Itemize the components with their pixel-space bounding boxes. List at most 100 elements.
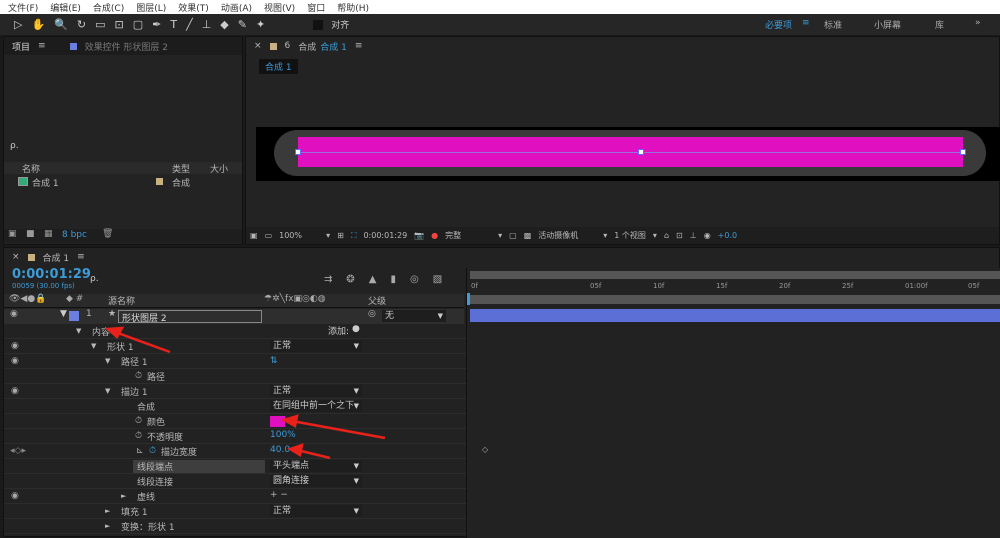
grid-icon[interactable]: ⊞ — [337, 231, 344, 240]
property-value[interactable]: 100% — [270, 430, 296, 440]
path-vertex[interactable] — [960, 149, 966, 155]
keyframe-icon[interactable]: ◇ — [482, 445, 488, 454]
tool-icon[interactable]: T — [170, 18, 177, 31]
property-dropdown[interactable]: 平头端点 — [270, 460, 362, 472]
workspace-menu-icon[interactable]: ≡ — [802, 18, 810, 28]
property-value[interactable]: + − — [270, 490, 288, 500]
preview-icon[interactable]: ▣ — [250, 231, 258, 240]
shy-icon[interactable]: ▲ — [369, 274, 377, 285]
property-row[interactable]: ▼ 内容 — [4, 324, 467, 339]
bpc-button[interactable]: 8 bpc — [62, 230, 87, 240]
close-icon[interactable]: × — [12, 252, 20, 262]
menu-item[interactable]: 帮助(H) — [337, 1, 369, 14]
tool-icon[interactable]: ✋ — [31, 18, 45, 31]
property-row[interactable]: ◉ ► 虚线 + − — [4, 489, 467, 504]
eye-icon[interactable]: ◉ — [11, 386, 19, 396]
camera-dropdown[interactable]: 活动摄像机 — [538, 230, 596, 241]
twirl-icon[interactable]: ▼ — [105, 357, 110, 365]
graph-editor-icon[interactable]: ▧ — [433, 274, 442, 285]
exposure-value[interactable]: +0.0 — [718, 231, 737, 240]
resolution-dropdown[interactable]: 完整 — [445, 230, 491, 241]
project-item[interactable]: 合成 1 合成 — [4, 176, 242, 189]
tool-icon[interactable]: 🔍 — [54, 18, 68, 31]
reset-exposure-icon[interactable]: ◉ — [704, 231, 711, 240]
color-swatch[interactable] — [270, 416, 285, 427]
tab-effect-controls[interactable]: 效果控件 形状图层 2 — [85, 40, 168, 53]
pickwhip-icon[interactable]: ◎ — [368, 309, 376, 319]
twirl-icon[interactable]: ▼ — [105, 387, 110, 395]
property-row[interactable]: ◉ ▼ 描边 1 正常 — [4, 384, 467, 399]
menu-item[interactable]: 视图(V) — [264, 1, 295, 14]
property-row[interactable]: ⏱ 路径 — [4, 369, 467, 384]
stopwatch-icon[interactable]: ⏱ — [135, 371, 142, 381]
workspace-standard[interactable]: 标准 — [824, 18, 842, 31]
property-dropdown[interactable]: 在同组中前一个之下 — [270, 400, 362, 412]
menu-item[interactable]: 效果(T) — [178, 1, 209, 14]
comp-flowchart-icon[interactable]: ⇉ — [324, 274, 332, 285]
stopwatch-icon[interactable]: ⏱ — [135, 431, 142, 441]
tool-icon[interactable]: ▢ — [133, 18, 143, 31]
frame-blend-icon[interactable]: ▮ — [390, 274, 396, 285]
fast-preview-icon[interactable]: ⌂ — [664, 231, 669, 240]
tab-project[interactable]: 项目 — [12, 40, 30, 53]
eye-icon[interactable]: ◉ — [11, 356, 19, 366]
twirl-icon[interactable]: ► — [105, 507, 110, 515]
workspace-library[interactable]: 库 — [935, 18, 944, 31]
property-row[interactable]: 线段端点 平头端点 — [4, 459, 467, 474]
project-search[interactable]: ρ. — [10, 141, 19, 151]
tool-icon[interactable]: ↻ — [77, 18, 86, 31]
col-type[interactable]: 类型 — [172, 162, 190, 175]
keyframe-navigator-icon[interactable]: ◂◇▸ — [10, 446, 26, 456]
property-row[interactable]: ◂◇▸ ⏱ ⊾ 描边宽度 40.0 — [4, 444, 467, 459]
property-dropdown[interactable]: 正常 — [270, 340, 362, 352]
twirl-icon[interactable]: ► — [121, 492, 126, 500]
property-row[interactable]: ◉ ▼ 形状 1 正常 — [4, 339, 467, 354]
playhead[interactable] — [467, 293, 470, 305]
region-icon[interactable]: ▢ — [509, 231, 517, 240]
flowchart-icon[interactable]: ⊥ — [690, 231, 697, 240]
menu-item[interactable]: 文件(F) — [8, 1, 38, 14]
time-graph[interactable]: ◇ 0f05f10f15f20f25f01:00f05f10f — [466, 268, 1000, 538]
col-size[interactable]: 大小 — [210, 162, 228, 175]
property-dropdown[interactable]: 圆角连接 — [270, 475, 362, 487]
menu-item[interactable]: 合成(C) — [93, 1, 124, 14]
mask-icon[interactable]: ⛶ — [351, 231, 357, 241]
menu-item[interactable]: 图层(L) — [136, 1, 166, 14]
property-value[interactable]: 40.0 — [270, 445, 290, 455]
views-dropdown[interactable]: 1 个视图 — [614, 230, 646, 241]
transparency-icon[interactable]: ▩ — [524, 231, 532, 240]
property-row[interactable]: ⏱ 不透明度 100% — [4, 429, 467, 444]
property-row[interactable]: ► 填充 1 正常 — [4, 504, 467, 519]
menu-item[interactable]: 编辑(E) — [50, 1, 81, 14]
tool-icon[interactable]: ⊡ — [115, 18, 124, 31]
tool-icon[interactable]: ▭ — [95, 18, 105, 31]
menu-item[interactable]: 窗口 — [307, 1, 325, 14]
snapshot-icon[interactable]: 📷 — [414, 231, 424, 240]
tool-icon[interactable]: ✒ — [152, 18, 161, 31]
canvas[interactable] — [256, 127, 1000, 181]
layer-label-color[interactable] — [69, 311, 79, 321]
twirl-icon[interactable]: ▼ — [60, 309, 67, 319]
property-row[interactable]: ⏱ 颜色 — [4, 414, 467, 429]
layer-duration-bar[interactable] — [470, 309, 1000, 322]
stopwatch-icon[interactable]: ⏱ — [135, 416, 142, 426]
path-vertex[interactable] — [295, 149, 301, 155]
graph-icon[interactable]: ⊾ — [136, 446, 144, 456]
property-row[interactable]: ◉ ▼ 路径 1 ⇅ — [4, 354, 467, 369]
channel-icon[interactable]: ● — [431, 231, 438, 240]
tool-icon[interactable]: ✎ — [238, 18, 247, 31]
property-row[interactable]: 线段连接 圆角连接 — [4, 474, 467, 489]
layer-row[interactable]: ◉ ▼ 1 ★ 形状图层 2 ◎ 无 — [4, 309, 464, 324]
close-icon[interactable]: × — [254, 41, 262, 51]
twirl-icon[interactable]: ▼ — [91, 342, 96, 350]
twirl-icon[interactable]: ▼ — [76, 327, 81, 335]
monitor-icon[interactable]: ▭ — [265, 231, 273, 240]
tool-icon[interactable]: ╱ — [186, 18, 193, 31]
tool-icon[interactable]: ◆ — [220, 18, 228, 31]
col-parent[interactable]: 父级 — [368, 294, 386, 307]
property-dropdown[interactable]: 正常 — [270, 385, 362, 397]
parent-dropdown[interactable]: 无 — [382, 310, 446, 322]
stopwatch-icon[interactable]: ⏱ — [149, 446, 156, 456]
motion-blur-icon[interactable]: ◎ — [410, 274, 419, 285]
folder-icon[interactable]: ■ — [26, 229, 35, 239]
